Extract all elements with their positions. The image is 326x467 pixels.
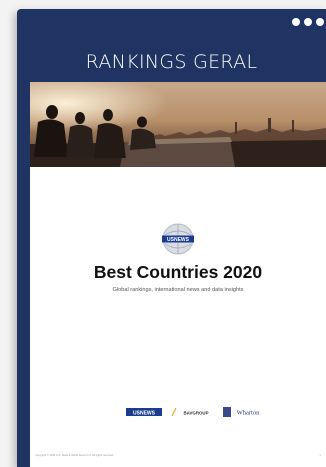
partner-bavgroup: BAVGROUP <box>183 410 208 415</box>
cover-photo <box>30 82 326 167</box>
usnews-badge-text: USNEWS <box>167 237 190 243</box>
document-heading: Best Countries 2020 <box>93 262 263 282</box>
report-card[interactable]: RANKINGS GERAL USNEWS Best Countries 202… <box>17 9 326 467</box>
card-title: RANKINGS GERAL <box>85 51 258 73</box>
partner-wharton: Wharton <box>237 410 260 417</box>
partner-logos: USNEWS BAVGROUP Wharton <box>126 407 260 417</box>
menu-dot <box>316 18 324 26</box>
menu-dot <box>304 18 312 26</box>
copyright-text: Copyright © 2020 U.S. News & World Repor… <box>35 454 114 457</box>
partner-usnews: USNEWS <box>133 410 156 416</box>
page-number: 1 <box>319 454 321 457</box>
document-preview[interactable]: USNEWS Best Countries 2020 Global rankin… <box>30 82 326 467</box>
document-subheading: Global rankings, international news and … <box>112 287 244 293</box>
more-horizontal-icon[interactable] <box>292 18 324 26</box>
menu-dot <box>292 18 300 26</box>
usnews-logo-icon: USNEWS <box>162 223 194 255</box>
